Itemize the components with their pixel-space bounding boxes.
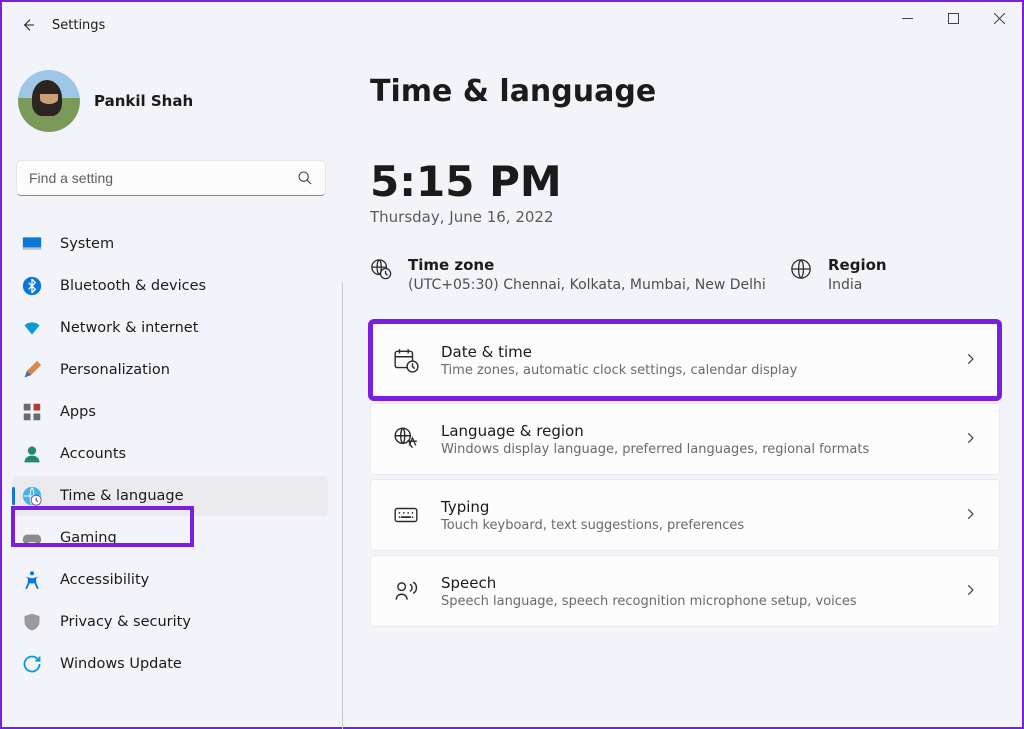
accounts-icon: [22, 444, 42, 464]
timezone-icon: [370, 258, 392, 280]
apps-icon: [22, 402, 42, 422]
system-icon: [22, 234, 42, 254]
timezone-label: Time zone: [408, 256, 766, 274]
sidebar-scrollbar[interactable]: [342, 282, 343, 729]
search-box[interactable]: [16, 160, 326, 196]
speech-icon: [393, 578, 419, 604]
info-row: Time zone (UTC+05:30) Chennai, Kolkata, …: [370, 256, 1000, 293]
card-title: Date & time: [441, 343, 941, 361]
sidebar-nav: System Bluetooth & devices Network & int…: [12, 224, 328, 684]
region-block[interactable]: Region India: [790, 256, 887, 293]
card-title: Speech: [441, 574, 941, 592]
card-subtitle: Touch keyboard, text suggestions, prefer…: [441, 518, 941, 533]
card-typing[interactable]: Typing Touch keyboard, text suggestions,…: [370, 479, 1000, 551]
sidebar-item-gaming[interactable]: Gaming: [12, 518, 328, 558]
sidebar-item-personalization[interactable]: Personalization: [12, 350, 328, 390]
timezone-value: (UTC+05:30) Chennai, Kolkata, Mumbai, Ne…: [408, 277, 766, 293]
main-content: Time & language 5:15 PM Thursday, June 1…: [342, 48, 1022, 727]
clock-time: 5:15 PM: [370, 157, 1000, 206]
gaming-icon: [22, 528, 42, 548]
sidebar-item-label: Apps: [60, 404, 96, 420]
region-label: Region: [828, 256, 887, 274]
paintbrush-icon: [22, 360, 42, 380]
language-region-icon: [393, 426, 419, 452]
app-title: Settings: [52, 18, 105, 33]
sidebar-item-label: Personalization: [60, 362, 170, 378]
sidebar-item-label: Time & language: [60, 488, 184, 504]
maximize-icon: [948, 13, 959, 24]
user-name: Pankil Shah: [94, 92, 193, 110]
sidebar-item-bluetooth[interactable]: Bluetooth & devices: [12, 266, 328, 306]
chevron-right-icon: [963, 506, 977, 525]
back-arrow-icon: [20, 17, 36, 33]
sidebar-item-system[interactable]: System: [12, 224, 328, 264]
date-time-icon: [393, 347, 419, 373]
card-title: Language & region: [441, 422, 941, 440]
sidebar-item-label: Bluetooth & devices: [60, 278, 206, 294]
card-language-region[interactable]: Language & region Windows display langua…: [370, 403, 1000, 475]
sidebar-item-label: System: [60, 236, 114, 252]
window-controls: [884, 2, 1022, 34]
sidebar-item-label: Windows Update: [60, 656, 182, 672]
bluetooth-icon: [22, 276, 42, 296]
maximize-button[interactable]: [930, 2, 976, 34]
chevron-right-icon: [963, 582, 977, 601]
timezone-block[interactable]: Time zone (UTC+05:30) Chennai, Kolkata, …: [370, 256, 780, 293]
titlebar: Settings: [2, 2, 1022, 48]
sidebar-item-label: Accounts: [60, 446, 126, 462]
chevron-right-icon: [963, 351, 977, 370]
card-subtitle: Time zones, automatic clock settings, ca…: [441, 363, 941, 378]
sidebar-item-label: Accessibility: [60, 572, 149, 588]
user-row[interactable]: Pankil Shah: [12, 48, 328, 160]
sidebar-item-label: Privacy & security: [60, 614, 191, 630]
card-subtitle: Windows display language, preferred lang…: [441, 442, 941, 457]
sidebar-item-accounts[interactable]: Accounts: [12, 434, 328, 474]
card-title: Typing: [441, 498, 941, 516]
wifi-icon: [22, 318, 42, 338]
search-icon: [297, 170, 313, 186]
close-icon: [994, 13, 1005, 24]
sidebar-item-time-language[interactable]: Time & language: [12, 476, 328, 516]
minimize-icon: [902, 13, 913, 24]
sidebar-item-network[interactable]: Network & internet: [12, 308, 328, 348]
shield-icon: [22, 612, 42, 632]
sidebar-item-label: Gaming: [60, 530, 117, 546]
sidebar-item-privacy[interactable]: Privacy & security: [12, 602, 328, 642]
clock-date: Thursday, June 16, 2022: [370, 208, 1000, 226]
settings-cards: Date & time Time zones, automatic clock …: [370, 321, 1000, 627]
time-language-icon: [22, 486, 42, 506]
avatar: [18, 70, 80, 132]
sidebar-item-accessibility[interactable]: Accessibility: [12, 560, 328, 600]
sidebar: Pankil Shah System Bluetooth & devices: [2, 48, 342, 727]
page-title: Time & language: [370, 74, 1000, 109]
region-icon: [790, 258, 812, 280]
chevron-right-icon: [963, 430, 977, 449]
keyboard-icon: [393, 502, 419, 528]
card-subtitle: Speech language, speech recognition micr…: [441, 594, 941, 609]
card-speech[interactable]: Speech Speech language, speech recogniti…: [370, 555, 1000, 627]
sidebar-item-windows-update[interactable]: Windows Update: [12, 644, 328, 684]
card-date-time[interactable]: Date & time Time zones, automatic clock …: [370, 321, 1000, 399]
sidebar-item-label: Network & internet: [60, 320, 198, 336]
windows-update-icon: [22, 654, 42, 674]
close-button[interactable]: [976, 2, 1022, 34]
region-value: India: [828, 277, 887, 293]
back-button[interactable]: [10, 7, 46, 43]
minimize-button[interactable]: [884, 2, 930, 34]
accessibility-icon: [22, 570, 42, 590]
sidebar-item-apps[interactable]: Apps: [12, 392, 328, 432]
search-input[interactable]: [29, 170, 289, 186]
